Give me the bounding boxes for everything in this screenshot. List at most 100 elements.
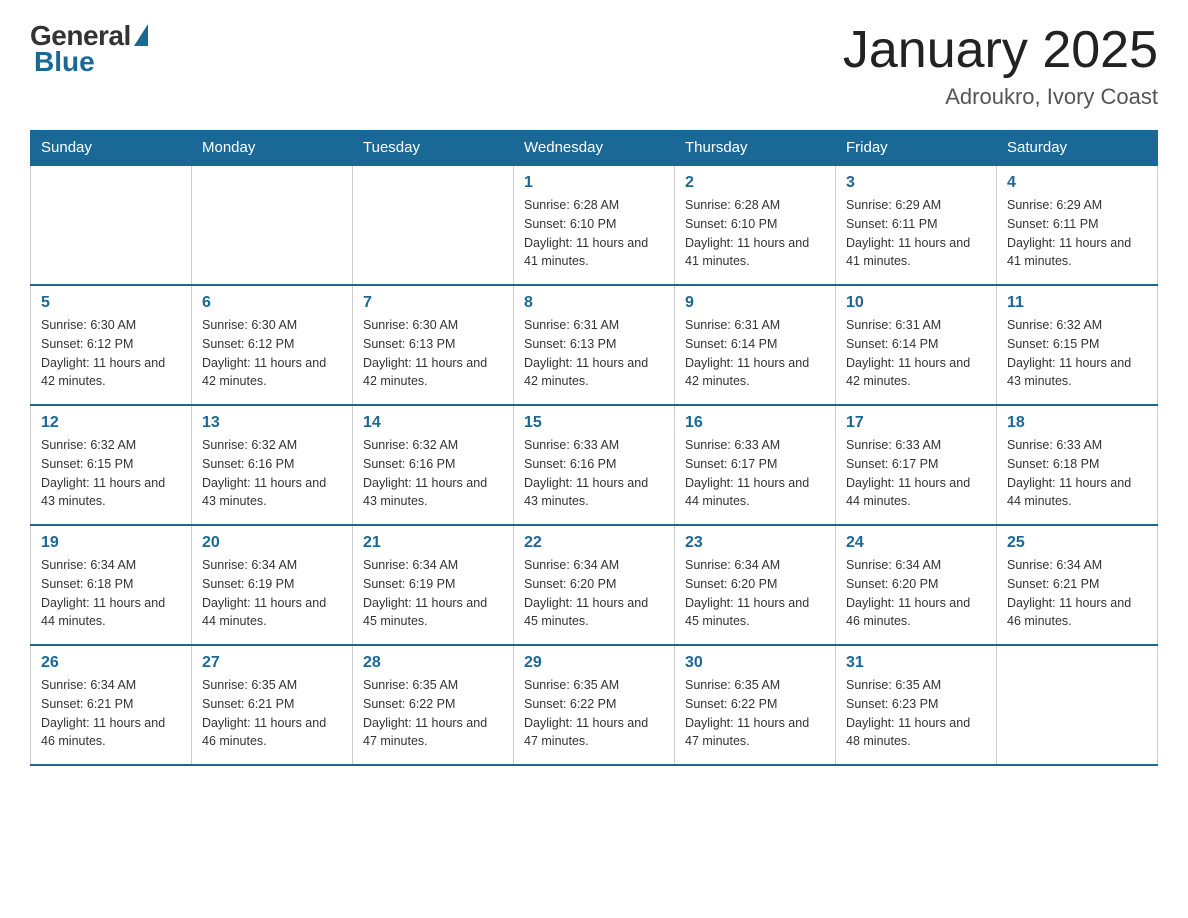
- day-number: 14: [363, 414, 503, 432]
- calendar-cell: [192, 165, 353, 285]
- day-info: Sunrise: 6:30 AM Sunset: 6:12 PM Dayligh…: [41, 316, 181, 391]
- day-info: Sunrise: 6:34 AM Sunset: 6:19 PM Dayligh…: [363, 556, 503, 631]
- day-number: 16: [685, 414, 825, 432]
- calendar-cell: 24 Sunrise: 6:34 AM Sunset: 6:20 PM Dayli…: [836, 525, 997, 645]
- day-number: 6: [202, 294, 342, 312]
- day-info: Sunrise: 6:34 AM Sunset: 6:20 PM Dayligh…: [524, 556, 664, 631]
- calendar-week-row: 26 Sunrise: 6:34 AM Sunset: 6:21 PM Dayli…: [31, 645, 1158, 765]
- day-number: 7: [363, 294, 503, 312]
- day-info: Sunrise: 6:31 AM Sunset: 6:14 PM Dayligh…: [685, 316, 825, 391]
- calendar-cell: 26 Sunrise: 6:34 AM Sunset: 6:21 PM Dayli…: [31, 645, 192, 765]
- day-info: Sunrise: 6:35 AM Sunset: 6:22 PM Dayligh…: [524, 676, 664, 751]
- calendar-cell: 30Sunrise: 6:35 AM Sunset: 6:22 PM Dayli…: [675, 645, 836, 765]
- calendar-cell: [353, 165, 514, 285]
- calendar-cell: 10Sunrise: 6:31 AM Sunset: 6:14 PM Dayli…: [836, 285, 997, 405]
- page-header: General Blue January 2025 Adroukro, Ivor…: [30, 20, 1158, 110]
- calendar-cell: 29 Sunrise: 6:35 AM Sunset: 6:22 PM Dayli…: [514, 645, 675, 765]
- day-number: 15: [524, 414, 664, 432]
- day-info: Sunrise: 6:32 AM Sunset: 6:15 PM Dayligh…: [41, 436, 181, 511]
- day-info: Sunrise: 6:28 AM Sunset: 6:10 PM Dayligh…: [524, 196, 664, 271]
- calendar-cell: 20 Sunrise: 6:34 AM Sunset: 6:19 PM Dayli…: [192, 525, 353, 645]
- day-info: Sunrise: 6:34 AM Sunset: 6:20 PM Dayligh…: [685, 556, 825, 631]
- calendar-cell: 13 Sunrise: 6:32 AM Sunset: 6:16 PM Dayli…: [192, 405, 353, 525]
- calendar-cell: 7 Sunrise: 6:30 AM Sunset: 6:13 PM Daylig…: [353, 285, 514, 405]
- calendar-cell: 18 Sunrise: 6:33 AM Sunset: 6:18 PM Dayli…: [997, 405, 1158, 525]
- calendar-cell: 8 Sunrise: 6:31 AM Sunset: 6:13 PM Daylig…: [514, 285, 675, 405]
- logo-blue-text: Blue: [34, 46, 95, 78]
- day-number: 29: [524, 654, 664, 672]
- day-info: Sunrise: 6:33 AM Sunset: 6:18 PM Dayligh…: [1007, 436, 1147, 511]
- calendar-cell: 21 Sunrise: 6:34 AM Sunset: 6:19 PM Dayli…: [353, 525, 514, 645]
- day-number: 11: [1007, 294, 1147, 312]
- day-number: 24: [846, 534, 986, 552]
- calendar-header-row: SundayMondayTuesdayWednesdayThursdayFrid…: [31, 131, 1158, 166]
- day-info: Sunrise: 6:28 AM Sunset: 6:10 PM Dayligh…: [685, 196, 825, 271]
- day-info: Sunrise: 6:35 AM Sunset: 6:23 PM Dayligh…: [846, 676, 986, 751]
- day-number: 9: [685, 294, 825, 312]
- calendar-cell: 19Sunrise: 6:34 AM Sunset: 6:18 PM Dayli…: [31, 525, 192, 645]
- day-info: Sunrise: 6:33 AM Sunset: 6:17 PM Dayligh…: [685, 436, 825, 511]
- day-number: 5: [41, 294, 181, 312]
- day-header-friday: Friday: [836, 131, 997, 166]
- day-header-wednesday: Wednesday: [514, 131, 675, 166]
- calendar-cell: 28Sunrise: 6:35 AM Sunset: 6:22 PM Dayli…: [353, 645, 514, 765]
- calendar-cell: 11 Sunrise: 6:32 AM Sunset: 6:15 PM Dayli…: [997, 285, 1158, 405]
- day-number: 27: [202, 654, 342, 672]
- day-info: Sunrise: 6:34 AM Sunset: 6:21 PM Dayligh…: [1007, 556, 1147, 631]
- calendar-cell: 6 Sunrise: 6:30 AM Sunset: 6:12 PM Daylig…: [192, 285, 353, 405]
- calendar-cell: 4Sunrise: 6:29 AM Sunset: 6:11 PM Daylig…: [997, 165, 1158, 285]
- day-info: Sunrise: 6:34 AM Sunset: 6:19 PM Dayligh…: [202, 556, 342, 631]
- calendar-cell: 25 Sunrise: 6:34 AM Sunset: 6:21 PM Dayli…: [997, 525, 1158, 645]
- day-info: Sunrise: 6:30 AM Sunset: 6:13 PM Dayligh…: [363, 316, 503, 391]
- day-info: Sunrise: 6:33 AM Sunset: 6:16 PM Dayligh…: [524, 436, 664, 511]
- day-info: Sunrise: 6:32 AM Sunset: 6:15 PM Dayligh…: [1007, 316, 1147, 391]
- day-number: 26: [41, 654, 181, 672]
- calendar-cell: 3 Sunrise: 6:29 AM Sunset: 6:11 PM Daylig…: [836, 165, 997, 285]
- day-info: Sunrise: 6:32 AM Sunset: 6:16 PM Dayligh…: [363, 436, 503, 511]
- day-number: 23: [685, 534, 825, 552]
- day-info: Sunrise: 6:31 AM Sunset: 6:13 PM Dayligh…: [524, 316, 664, 391]
- day-number: 22: [524, 534, 664, 552]
- day-info: Sunrise: 6:33 AM Sunset: 6:17 PM Dayligh…: [846, 436, 986, 511]
- day-info: Sunrise: 6:30 AM Sunset: 6:12 PM Dayligh…: [202, 316, 342, 391]
- calendar-cell: 2Sunrise: 6:28 AM Sunset: 6:10 PM Daylig…: [675, 165, 836, 285]
- day-number: 8: [524, 294, 664, 312]
- day-number: 17: [846, 414, 986, 432]
- day-info: Sunrise: 6:35 AM Sunset: 6:22 PM Dayligh…: [685, 676, 825, 751]
- day-number: 28: [363, 654, 503, 672]
- day-info: Sunrise: 6:34 AM Sunset: 6:20 PM Dayligh…: [846, 556, 986, 631]
- calendar-cell: 9 Sunrise: 6:31 AM Sunset: 6:14 PM Daylig…: [675, 285, 836, 405]
- calendar-cell: 14 Sunrise: 6:32 AM Sunset: 6:16 PM Dayli…: [353, 405, 514, 525]
- day-info: Sunrise: 6:29 AM Sunset: 6:11 PM Dayligh…: [846, 196, 986, 271]
- day-number: 20: [202, 534, 342, 552]
- day-header-tuesday: Tuesday: [353, 131, 514, 166]
- day-number: 31: [846, 654, 986, 672]
- calendar-table: SundayMondayTuesdayWednesdayThursdayFrid…: [30, 130, 1158, 766]
- day-info: Sunrise: 6:35 AM Sunset: 6:21 PM Dayligh…: [202, 676, 342, 751]
- location-title: Adroukro, Ivory Coast: [843, 84, 1158, 110]
- calendar-week-row: 19Sunrise: 6:34 AM Sunset: 6:18 PM Dayli…: [31, 525, 1158, 645]
- day-number: 18: [1007, 414, 1147, 432]
- day-number: 4: [1007, 174, 1147, 192]
- day-number: 12: [41, 414, 181, 432]
- day-number: 3: [846, 174, 986, 192]
- calendar-cell: 31 Sunrise: 6:35 AM Sunset: 6:23 PM Dayli…: [836, 645, 997, 765]
- calendar-cell: 12 Sunrise: 6:32 AM Sunset: 6:15 PM Dayli…: [31, 405, 192, 525]
- calendar-cell: [997, 645, 1158, 765]
- calendar-week-row: 5 Sunrise: 6:30 AM Sunset: 6:12 PM Daylig…: [31, 285, 1158, 405]
- day-info: Sunrise: 6:31 AM Sunset: 6:14 PM Dayligh…: [846, 316, 986, 391]
- title-block: January 2025 Adroukro, Ivory Coast: [843, 20, 1158, 110]
- calendar-cell: 15 Sunrise: 6:33 AM Sunset: 6:16 PM Dayli…: [514, 405, 675, 525]
- calendar-cell: 27 Sunrise: 6:35 AM Sunset: 6:21 PM Dayli…: [192, 645, 353, 765]
- day-header-thursday: Thursday: [675, 131, 836, 166]
- day-number: 21: [363, 534, 503, 552]
- calendar-cell: 16 Sunrise: 6:33 AM Sunset: 6:17 PM Dayli…: [675, 405, 836, 525]
- day-number: 25: [1007, 534, 1147, 552]
- day-number: 13: [202, 414, 342, 432]
- calendar-cell: 5 Sunrise: 6:30 AM Sunset: 6:12 PM Daylig…: [31, 285, 192, 405]
- day-info: Sunrise: 6:34 AM Sunset: 6:21 PM Dayligh…: [41, 676, 181, 751]
- day-header-saturday: Saturday: [997, 131, 1158, 166]
- day-number: 1: [524, 174, 664, 192]
- day-number: 19: [41, 534, 181, 552]
- day-info: Sunrise: 6:32 AM Sunset: 6:16 PM Dayligh…: [202, 436, 342, 511]
